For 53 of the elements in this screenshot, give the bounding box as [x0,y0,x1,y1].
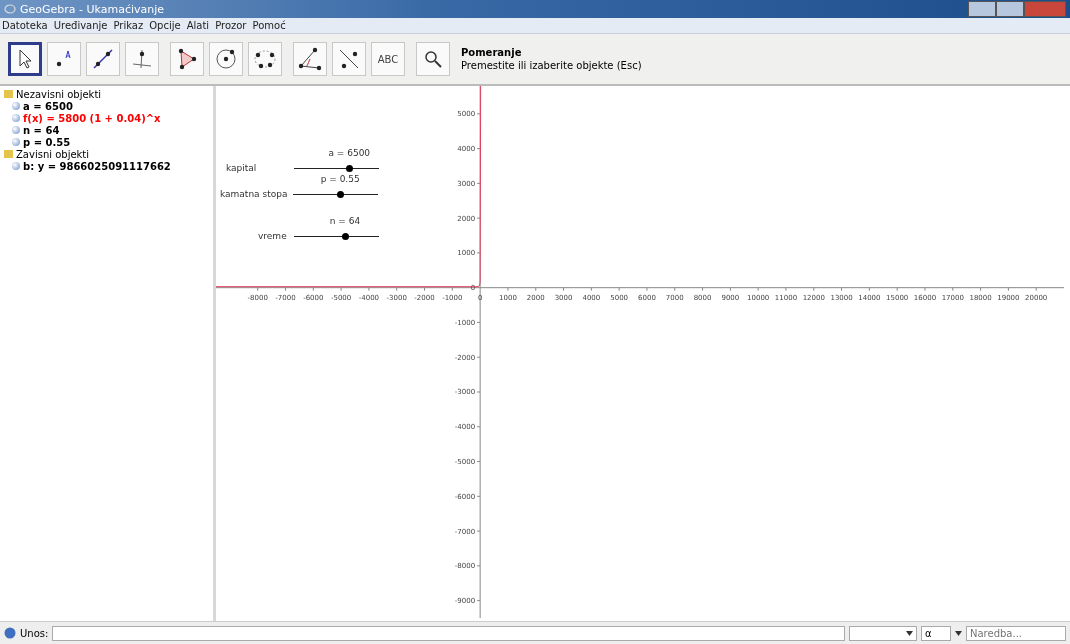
caret-icon [955,630,962,636]
menu-item[interactable]: Uređivanje [53,20,108,31]
slider-thumb[interactable] [337,191,345,198]
app-logo-icon [4,3,16,15]
tool-help-text: Premestite ili izaberite objekte (Esc) [461,60,642,71]
menu-item[interactable]: Pomoć [252,20,286,31]
angle-icon [297,46,323,72]
help-icon[interactable] [4,627,16,639]
object-definition[interactable]: p = 0.55 [23,136,71,148]
circle-tool-button[interactable] [209,42,243,76]
window-title: GeoGebra - Ukamaćivanje [20,2,165,16]
slider-thumb[interactable] [342,233,349,240]
point-tool-button[interactable] [47,42,81,76]
perpendicular-tool-button[interactable] [125,42,159,76]
slider-value: n = 64 [329,216,361,226]
slider-value: p = 0.55 [320,174,360,184]
reflect-tool-button[interactable] [332,42,366,76]
minimize-button[interactable] [968,1,996,17]
move-tool-button[interactable] [8,42,42,76]
menu-item[interactable]: Alati [186,20,210,31]
object-definition[interactable]: b: y = 9866025091117662 [23,160,171,172]
polygon-tool-button[interactable] [170,42,204,76]
folder-label[interactable]: Nezavisni objekti [16,88,102,100]
line-tool-button[interactable] [86,42,120,76]
object-definition[interactable]: n = 64 [23,124,60,136]
symbol-dropdown[interactable]: α [921,625,951,641]
menu-item[interactable]: Prozor [215,20,247,31]
input-field[interactable] [52,625,845,641]
menu-item[interactable]: Prikaz [113,20,144,31]
slider-label: kapital [226,163,258,173]
object-definition[interactable]: f(x) = 5800 (1 + 0.04)^x [23,112,161,124]
menu-item[interactable]: Datoteka [2,20,48,31]
zoom-tool-button[interactable] [416,42,450,76]
folder-label[interactable]: Zavisni objekti [16,148,90,160]
folder-icon [4,90,13,98]
slider-label: vreme [258,231,288,241]
slider-label: kamatna stopa [220,189,288,199]
input-label: Unos: [20,627,49,639]
object-definition[interactable]: a = 6500 [23,100,73,112]
text-tool-button[interactable]: ABC [371,42,405,76]
command-dropdown[interactable]: Naredba... [966,625,1066,641]
menu-item[interactable]: Opcije [149,20,181,31]
conic-tool-button[interactable] [248,42,282,76]
history-dropdown[interactable] [849,625,917,641]
maximize-button[interactable] [996,1,1024,17]
circle-icon [213,46,239,72]
angle-tool-button[interactable] [293,42,327,76]
folder-icon [4,150,13,158]
tool-name: Pomeranje [461,47,523,58]
visibility-toggle-icon[interactable] [12,162,20,170]
slider-thumb[interactable] [346,165,354,172]
caret-icon [906,630,913,636]
slider-value: a = 6500 [328,148,371,158]
